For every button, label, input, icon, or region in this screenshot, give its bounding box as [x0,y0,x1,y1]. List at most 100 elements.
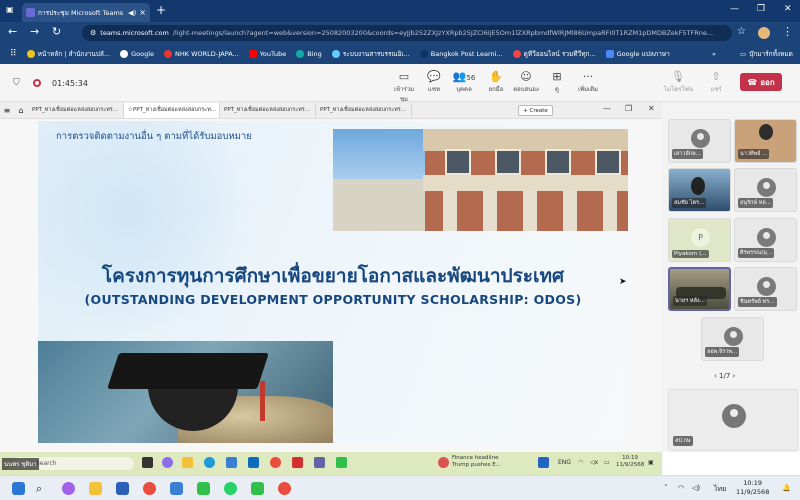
youtube-icon [248,50,257,58]
new-tab-button[interactable]: + [156,3,166,17]
view-button[interactable]: ⊞ ดู [543,70,571,94]
task-view-icon[interactable] [142,457,153,468]
join-button[interactable]: ▭ เข้าร่วมชุม [390,70,418,104]
shared-clock[interactable]: 10:19 11/9/2568 [616,455,644,469]
participant-tile[interactable]: อนุรักษ์ หล... [734,168,797,212]
chrome-icon[interactable] [143,482,156,495]
meeting-timer: 01:45:34 [52,79,88,88]
participant-tile[interactable]: ลอพ.จิราพ... [701,317,764,361]
participant-tile-large[interactable]: สป.กษ [668,389,798,451]
language-indicator[interactable]: ENG [558,459,571,466]
chevron-right-icon[interactable]: › [730,372,736,380]
all-bookmarks-folder[interactable]: ▭ บุ๊กมาร์กทั้งหมด [740,49,793,59]
teams-icon[interactable] [314,457,325,468]
file-explorer-icon[interactable] [182,457,193,468]
react-button[interactable]: ☺ ตอบสนอง [512,70,540,94]
system-clock[interactable]: 10:19 11/9/2568 [736,479,769,497]
participant-tile[interactable]: นาวทิพย์ ... [734,119,797,163]
bookmark-item[interactable]: NHK WORLD-JAPA... [164,50,239,58]
volume-icon[interactable]: ◁) [692,484,700,492]
maximize-button[interactable]: ❐ [757,4,765,14]
chrome-icon[interactable] [270,457,281,468]
hamburger-icon[interactable]: ≡ [0,106,14,115]
create-button[interactable]: + Create [518,105,553,116]
ppt-tab[interactable]: PPT_ทางเชื่อมต่อแหล่งสอบกระทร... [28,102,124,118]
chrome-icon[interactable] [278,482,291,495]
outlook-icon[interactable] [248,457,259,468]
menu-icon[interactable]: ⋮ [782,26,793,38]
participant-tile[interactable]: ศิรพรรณ(มุ... [734,218,797,262]
bookmark-item[interactable]: หน้าหลัก | สำนักงานปลั... [26,49,110,59]
copilot-icon[interactable] [62,482,75,495]
ppt-close-icon[interactable]: ✕ [648,104,655,113]
close-window-button[interactable]: ✕ [784,4,792,14]
edge-icon[interactable] [204,457,215,468]
bookmark-item[interactable]: Google [120,50,154,58]
ppt-restore-icon[interactable]: ❐ [625,104,632,113]
participant-tile[interactable]: สมชัย ไตร... [668,168,731,212]
bookmark-item[interactable]: Bing [296,50,322,58]
bookmarks-overflow-button[interactable]: » [712,50,716,58]
doc-system-icon [331,50,340,58]
home-icon[interactable]: ⌂ [14,106,28,115]
site-info-icon[interactable]: ⚙ [90,29,96,37]
bookmark-item[interactable]: Bangkok Post Learni... [419,50,503,58]
volume-icon[interactable]: ◁x [590,459,598,466]
bookmark-item[interactable]: Google แปลภาษา [605,49,670,59]
wifi-icon[interactable]: ◠ [578,459,583,466]
chat-button[interactable]: 💬 แชท [420,70,448,94]
mic-button[interactable]: 🎙 ไมโครโฟน [664,70,693,94]
tab-close-icon[interactable]: × [139,8,146,17]
ppt-minimize-icon[interactable]: — [603,104,611,113]
wifi-icon[interactable]: ◠ [678,484,684,492]
file-explorer-icon[interactable] [89,482,102,495]
mic-icon[interactable] [538,457,549,468]
more-icon: ··· [582,70,594,83]
avatar [757,178,776,197]
participant-tile-active[interactable]: นายฯ หลัง... [668,267,731,311]
participant-tile[interactable]: P Piyakorn (... [668,218,731,262]
tab-actions-icon[interactable]: ▣ [6,5,14,14]
battery-icon[interactable]: ▭ [604,459,610,466]
bookmark-star-icon[interactable]: ☆ [737,26,746,38]
leave-button[interactable]: ☎ ออก [740,73,782,91]
line-icon[interactable] [197,482,210,495]
forward-icon[interactable]: → [30,26,39,38]
copilot-icon[interactable] [162,457,173,468]
more-button[interactable]: ··· เพิ่มเติม [574,70,602,94]
search-icon[interactable]: ⌕ [36,482,49,495]
ppt-tab[interactable]: PPT_ทางเชื่อมต่อแหล่งสอบกระทร... [316,102,412,118]
notification-icon[interactable]: ▣ [648,459,654,466]
back-icon[interactable]: ← [8,26,17,38]
reload-icon[interactable]: ↻ [52,26,61,38]
ppt-tab[interactable]: PPT_ทางเชื่อมต่อแหล่งสอบกระทร... [220,102,316,118]
line-icon[interactable] [336,457,347,468]
participant-tile[interactable]: เสาวลักษ... [668,119,731,163]
bookmark-item[interactable]: YouTube [248,50,286,58]
acrobat-icon[interactable] [292,457,303,468]
notification-icon[interactable]: 🔔 [782,484,791,492]
line-icon[interactable] [251,482,264,495]
participant-tile[interactable]: ชินทรัพย์ ทร... [734,267,797,311]
raise-hand-button[interactable]: ✋ ยกมือ [482,70,510,94]
profile-avatar[interactable] [758,27,770,39]
news-widget[interactable]: Finance headline Trump pushes E... [452,455,501,469]
shield-icon: ⛉ [13,78,20,88]
start-icon[interactable] [12,482,25,495]
ppt-tab-active[interactable]: ☆ PPT_ทางเชื่อมต่อแหล่งสอบกระท... [124,102,220,118]
participant-name: ศิรพรรณ(มุ... [738,248,775,258]
browser-tab-teams[interactable]: การประชุม Microsoft Teams | ◀) × [22,3,150,22]
bookmark-item[interactable]: ดูทีวีออนไลน์ รวมทีวีทุก... [512,49,596,59]
language-indicator[interactable]: ไทย [714,484,726,495]
overflow-icon[interactable]: ˄ [664,484,668,492]
url-input[interactable]: ⚙ teams.microsoft.com/light-meetings/lau… [82,25,732,41]
bookmark-item[interactable]: ระบบงานสารบรรณอิเ... [331,49,410,59]
people-button[interactable]: 👥56 บุคคล [450,70,478,94]
share-button[interactable]: ⇧ แชร์ [702,70,730,94]
store-icon[interactable] [170,482,183,495]
whatsapp-icon[interactable] [224,482,237,495]
apps-grid-icon[interactable]: ⠿ [10,49,17,59]
store-icon[interactable] [226,457,237,468]
minimize-button[interactable]: — [730,4,739,14]
word-icon[interactable] [116,482,129,495]
